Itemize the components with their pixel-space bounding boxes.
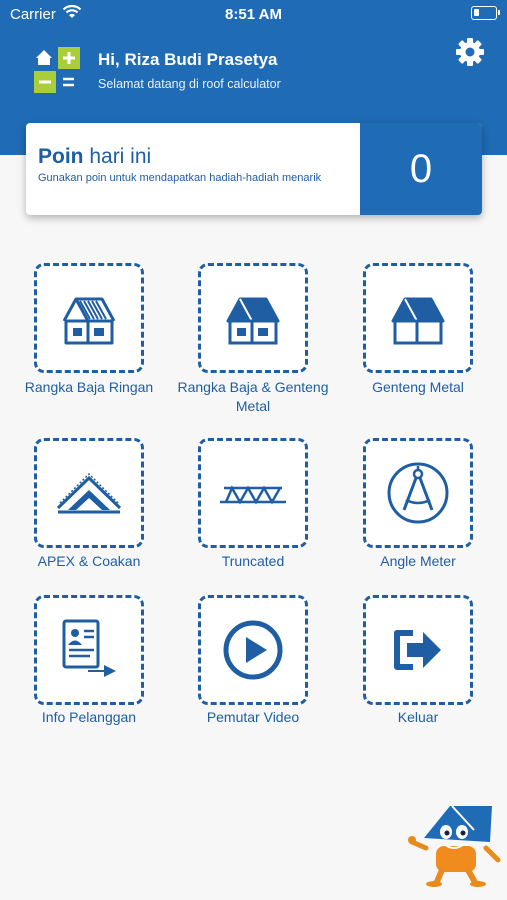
tile[interactable] <box>363 438 473 548</box>
apex-icon <box>56 472 122 514</box>
menu-label: Info Pelanggan <box>41 709 137 725</box>
menu-pemutar-video[interactable]: Pemutar Video <box>188 595 318 730</box>
status-time: 8:51 AM <box>225 6 282 23</box>
poin-card[interactable]: Poin hari ini Gunakan poin untuk mendapa… <box>26 123 482 215</box>
compass-icon <box>387 462 449 524</box>
tile[interactable] <box>363 263 473 373</box>
status-bar: Carrier 8:51 AM <box>0 0 507 28</box>
menu-apex-coakan[interactable]: APEX & Coakan <box>24 438 154 578</box>
menu-label: Pemutar Video <box>206 709 300 725</box>
menu-label: APEX & Coakan <box>37 553 141 569</box>
house-roof-icon <box>226 297 280 345</box>
menu-label: Genteng Metal <box>372 379 464 395</box>
menu-truncated[interactable]: Truncated <box>188 438 318 578</box>
play-icon <box>223 620 283 680</box>
poin-description: Gunakan poin untuk mendapatkan hadiah-ha… <box>38 172 322 184</box>
house-metal-icon <box>391 297 445 345</box>
house-truss-icon <box>62 297 116 345</box>
menu-label: Truncated <box>221 553 285 569</box>
tile[interactable] <box>34 438 144 548</box>
menu-label: Keluar <box>397 709 439 725</box>
menu-label: Rangka Baja & Genteng Metal <box>177 379 329 414</box>
battery-icon <box>471 6 500 20</box>
app-logo-icon <box>32 45 80 93</box>
mascot-icon <box>408 805 501 887</box>
tile[interactable] <box>34 263 144 373</box>
tile[interactable] <box>198 438 308 548</box>
poin-title: Poin hari ini <box>38 145 152 168</box>
exit-icon <box>394 630 441 670</box>
poin-value: 0 <box>360 123 482 215</box>
menu-angle-meter[interactable]: Angle Meter <box>353 438 483 578</box>
tile[interactable] <box>34 595 144 705</box>
menu-keluar[interactable]: Keluar <box>353 595 483 730</box>
menu-genteng-metal[interactable]: Genteng Metal <box>353 263 483 413</box>
greeting-subtitle: Selamat datang di roof calculator <box>98 77 281 91</box>
tile[interactable] <box>198 263 308 373</box>
menu-rangka-baja-ringan[interactable]: Rangka Baja Ringan <box>24 263 154 413</box>
menu-info-pelanggan[interactable]: Info Pelanggan <box>24 595 154 730</box>
tile[interactable] <box>363 595 473 705</box>
tile[interactable] <box>198 595 308 705</box>
greeting-title: Hi, Riza Budi Prasetya <box>98 50 278 69</box>
customer-info-icon <box>62 619 116 677</box>
menu-rangka-baja-genteng[interactable]: Rangka Baja & Genteng Metal <box>178 263 329 414</box>
gear-icon[interactable] <box>455 37 485 67</box>
truss-icon <box>220 485 286 505</box>
menu-label: Rangka Baja Ringan <box>24 379 154 395</box>
menu-label: Angle Meter <box>380 553 456 569</box>
